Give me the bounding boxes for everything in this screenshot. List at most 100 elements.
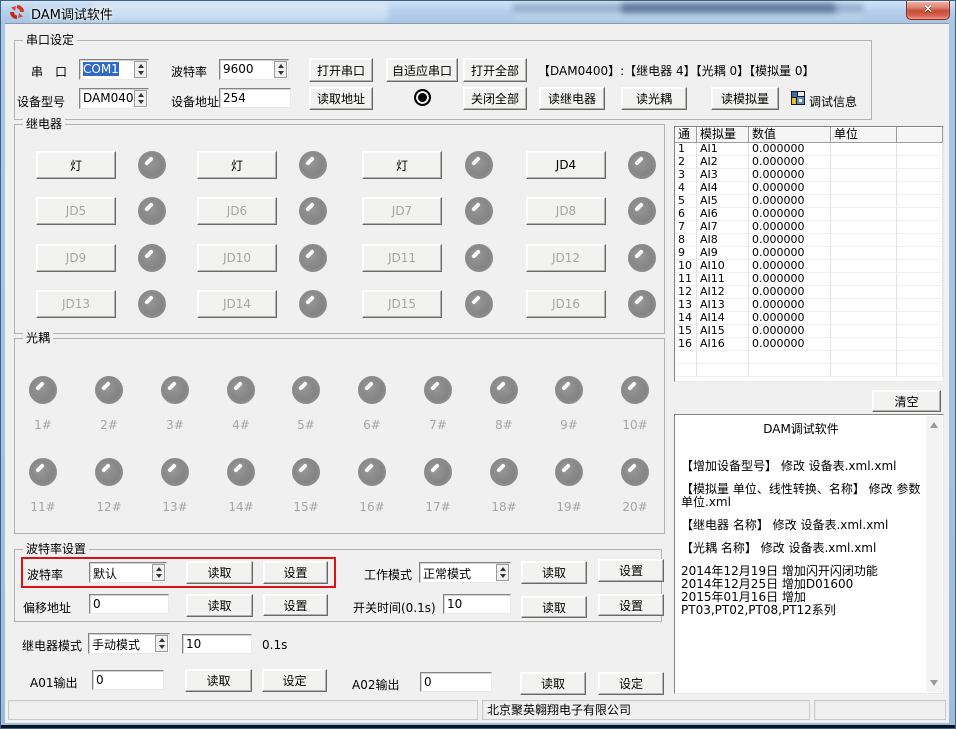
relay-button-12[interactable]: JD12 <box>526 244 606 272</box>
relay-button-15[interactable]: JD15 <box>362 290 442 318</box>
baud-set-label: 波特率 <box>27 566 63 583</box>
table-row-8[interactable]: 8AI80.000000 <box>675 234 943 247</box>
relay-button-3[interactable]: 灯 <box>362 151 442 179</box>
table-cell: 10 <box>675 260 697 273</box>
open-all-button[interactable]: 打开全部 <box>463 58 527 82</box>
table-cell: 11 <box>675 273 697 286</box>
offset-addr-input[interactable] <box>89 594 169 614</box>
switch-time-read-button[interactable]: 读取 <box>521 596 587 618</box>
work-mode-read-button[interactable]: 读取 <box>521 561 587 584</box>
table-cell: AI1 <box>697 143 749 156</box>
clear-button[interactable]: 清空 <box>872 390 941 412</box>
relay-button-11[interactable]: JD11 <box>362 244 442 272</box>
dropdown-icon[interactable] <box>134 61 147 78</box>
table-row-7[interactable]: 7AI70.000000 <box>675 221 943 234</box>
table-row-10[interactable]: 10AI100.000000 <box>675 260 943 273</box>
table-cell <box>831 338 897 351</box>
read-addr-button[interactable]: 读取地址 <box>309 87 373 110</box>
title-bar[interactable]: DAM调试软件 ✕ <box>1 1 955 23</box>
relay-mode-select[interactable]: 手动模式 <box>88 633 170 654</box>
relay-button-1[interactable]: 灯 <box>36 151 116 179</box>
ao2-input[interactable] <box>420 672 492 692</box>
log-scrollbar[interactable] <box>926 416 942 692</box>
dropdown-icon[interactable] <box>134 90 147 107</box>
table-row-3[interactable]: 3AI30.000000 <box>675 169 943 182</box>
scroll-up-icon[interactable] <box>930 422 938 428</box>
relay-button-13[interactable]: JD13 <box>36 290 116 318</box>
ao2-set-button[interactable]: 设定 <box>598 672 664 695</box>
status-panel-left <box>8 700 478 720</box>
relay-button-2[interactable]: 灯 <box>197 151 277 179</box>
dropdown-icon[interactable] <box>155 635 168 652</box>
device-addr-input[interactable] <box>219 88 291 108</box>
switch-time-input[interactable] <box>443 594 511 614</box>
relay-button-10[interactable]: JD10 <box>197 244 277 272</box>
table-row-16[interactable]: 16AI160.000000 <box>675 338 943 351</box>
baud-set-select[interactable]: 默认 <box>89 562 167 583</box>
relay-button-16[interactable]: JD16 <box>526 290 606 318</box>
table-cell <box>897 299 943 312</box>
baud-set-button[interactable]: 设置 <box>263 561 328 584</box>
switch-time-set-button[interactable]: 设置 <box>598 594 664 616</box>
column-header-3[interactable]: 数值 <box>749 127 831 143</box>
relay-button-7[interactable]: JD7 <box>362 197 442 225</box>
switch-time-label: 开关时间(0.1s) <box>353 599 436 616</box>
close-button[interactable]: ✕ <box>906 1 950 20</box>
scroll-down-icon[interactable] <box>930 680 938 686</box>
table-row-empty[interactable] <box>675 351 943 364</box>
baud-select[interactable]: 9600 <box>219 59 289 80</box>
open-serial-button[interactable]: 打开串口 <box>309 58 373 82</box>
column-header-1[interactable]: 通 <box>675 127 697 143</box>
relay-button-8[interactable]: JD8 <box>526 197 606 225</box>
table-cell: 0.000000 <box>749 195 831 208</box>
debug-info-label: 调试信息 <box>809 93 857 110</box>
relay-button-5[interactable]: JD5 <box>36 197 116 225</box>
table-row-15[interactable]: 15AI150.000000 <box>675 325 943 338</box>
ao1-set-button[interactable]: 设定 <box>262 669 327 692</box>
table-row-5[interactable]: 5AI50.000000 <box>675 195 943 208</box>
work-mode-set-button[interactable]: 设置 <box>598 559 664 582</box>
relay-button-14[interactable]: JD14 <box>197 290 277 318</box>
relay-indicator-2 <box>299 151 327 179</box>
table-row-14[interactable]: 14AI140.000000 <box>675 312 943 325</box>
device-model-select[interactable]: DAM0400 <box>79 88 149 109</box>
auto-serial-button[interactable]: 自适应串口 <box>386 58 458 82</box>
table-cell: 0.000000 <box>749 156 831 169</box>
column-header-5[interactable] <box>897 127 943 143</box>
read-opto-button[interactable]: 读光耦 <box>621 87 687 110</box>
baud-read-button[interactable]: 读取 <box>186 561 253 584</box>
ao1-input[interactable] <box>92 670 164 690</box>
relay-indicator-6 <box>299 197 327 225</box>
opto-indicator-2 <box>95 376 123 404</box>
dropdown-icon[interactable] <box>496 564 509 581</box>
close-all-button[interactable]: 关闭全部 <box>463 87 527 110</box>
column-header-4[interactable]: 单位 <box>831 127 897 143</box>
table-row-11[interactable]: 11AI110.000000 <box>675 273 943 286</box>
offset-read-button[interactable]: 读取 <box>186 594 253 617</box>
relay-button-6[interactable]: JD6 <box>197 197 277 225</box>
offset-set-button[interactable]: 设置 <box>263 594 328 616</box>
ao2-read-button[interactable]: 读取 <box>520 672 586 695</box>
table-cell <box>697 364 749 377</box>
table-row-6[interactable]: 6AI60.000000 <box>675 208 943 221</box>
table-row-1[interactable]: 1AI10.000000 <box>675 143 943 156</box>
table-cell: 0.000000 <box>749 286 831 299</box>
table-row-empty[interactable] <box>675 364 943 377</box>
table-row-12[interactable]: 12AI120.000000 <box>675 286 943 299</box>
relay-mode-time-input[interactable] <box>182 634 252 654</box>
table-row-2[interactable]: 2AI20.000000 <box>675 156 943 169</box>
dropdown-icon[interactable] <box>152 564 165 581</box>
table-cell <box>897 364 943 377</box>
com-port-select[interactable]: COM1 <box>79 59 149 80</box>
table-row-4[interactable]: 4AI40.000000 <box>675 182 943 195</box>
table-row-9[interactable]: 9AI90.000000 <box>675 247 943 260</box>
read-relay-button[interactable]: 读继电器 <box>539 87 605 110</box>
relay-button-9[interactable]: JD9 <box>36 244 116 272</box>
relay-button-4[interactable]: JD4 <box>526 151 606 179</box>
read-analog-button[interactable]: 读模拟量 <box>711 87 779 110</box>
dropdown-icon[interactable] <box>274 61 287 78</box>
work-mode-select[interactable]: 正常模式 <box>419 562 511 583</box>
ao1-read-button[interactable]: 读取 <box>185 669 252 692</box>
column-header-2[interactable]: 模拟量 <box>697 127 749 143</box>
table-row-13[interactable]: 13AI130.000000 <box>675 299 943 312</box>
